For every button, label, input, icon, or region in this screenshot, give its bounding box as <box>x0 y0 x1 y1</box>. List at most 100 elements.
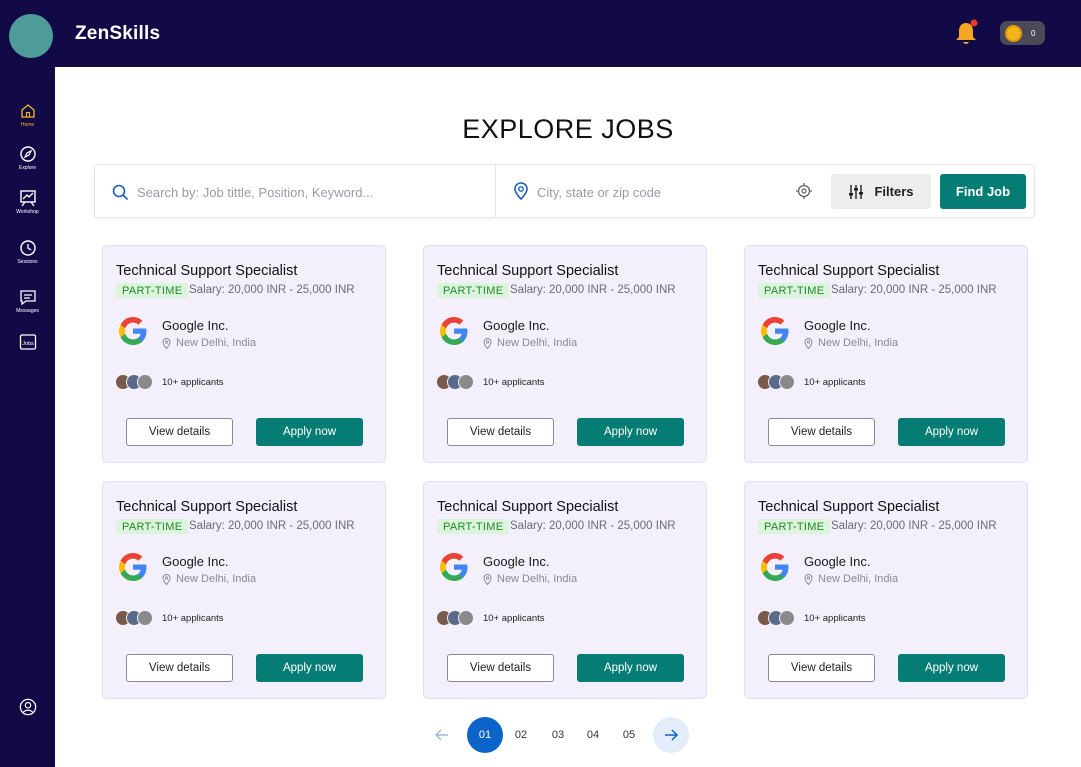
job-location: New Delhi, India <box>483 337 577 349</box>
filters-button[interactable]: Filters <box>831 174 931 209</box>
sidebar-item-label: Home <box>20 122 35 128</box>
account-button[interactable] <box>0 698 55 716</box>
applicant-avatar <box>779 610 795 626</box>
applicants-row: 10+ applicants <box>757 374 866 390</box>
sidebar-item-sessions[interactable]: Sessions <box>0 239 55 265</box>
view-details-button[interactable]: View details <box>768 654 875 682</box>
coin-icon <box>1005 24 1022 42</box>
applicants-count: 10+ applicants <box>162 376 224 388</box>
location-input[interactable] <box>537 182 787 202</box>
sidebar-item-workshop[interactable]: Workshop <box>0 189 55 215</box>
job-title[interactable]: Technical Support Specialist <box>758 499 939 515</box>
applicants-row: 10+ applicants <box>757 610 866 626</box>
page-button[interactable]: 04 <box>575 717 611 753</box>
keyword-search-input[interactable] <box>137 182 467 202</box>
salary-text: Salary: 20,000 INR - 25,000 INR <box>831 520 997 532</box>
job-location: New Delhi, India <box>804 573 898 585</box>
location-text: New Delhi, India <box>497 337 578 349</box>
job-type-badge: PART-TIME <box>437 283 510 298</box>
coin-balance[interactable]: 0 <box>1000 21 1045 45</box>
job-search-bar: Filters Find Job <box>94 164 1035 218</box>
jobs-icon: Jobs <box>19 334 36 350</box>
job-card[interactable]: Technical Support Specialist PART-TIME Sal… <box>744 481 1028 699</box>
location-pin-icon <box>483 337 492 349</box>
notification-bell-icon[interactable] <box>953 19 979 47</box>
view-details-button[interactable]: View details <box>447 418 554 446</box>
profile-avatar[interactable] <box>9 14 53 58</box>
location-text: New Delhi, India <box>818 573 899 585</box>
sidebar-item-explore[interactable]: Explore <box>0 145 55 171</box>
applicants-row: 10+ applicants <box>436 610 545 626</box>
main-content: EXPLORE JOBS Filters Find Job <box>55 67 1081 767</box>
view-details-button[interactable]: View details <box>447 654 554 682</box>
salary-text: Salary: 20,000 INR - 25,000 INR <box>510 520 676 532</box>
applicant-avatar <box>779 374 795 390</box>
sidebar-item-messages[interactable]: Messages <box>0 288 55 314</box>
google-logo-icon <box>117 551 149 583</box>
view-details-button[interactable]: View details <box>126 418 233 446</box>
sidebar-item-home[interactable]: Home <box>0 102 55 128</box>
company-name: Google Inc. <box>804 318 871 333</box>
page-button[interactable]: 02 <box>503 717 539 753</box>
prev-page-button[interactable] <box>424 717 460 753</box>
job-type-badge: PART-TIME <box>116 519 189 534</box>
location-pin-icon <box>804 337 813 349</box>
page-button[interactable]: 05 <box>611 717 647 753</box>
applicant-avatar <box>137 610 153 626</box>
company-name: Google Inc. <box>483 554 550 569</box>
job-location: New Delhi, India <box>804 337 898 349</box>
apply-now-button[interactable]: Apply now <box>577 654 684 682</box>
apply-now-button[interactable]: Apply now <box>898 418 1005 446</box>
next-page-button[interactable] <box>653 717 689 753</box>
location-text: New Delhi, India <box>497 573 578 585</box>
view-details-button[interactable]: View details <box>126 654 233 682</box>
job-title[interactable]: Technical Support Specialist <box>437 263 618 279</box>
apply-now-button[interactable]: Apply now <box>256 654 363 682</box>
applicants-count: 10+ applicants <box>804 612 866 624</box>
google-logo-icon <box>438 551 470 583</box>
app-brand[interactable]: ZenSkills <box>75 23 160 45</box>
location-pin-icon <box>483 573 492 585</box>
applicants-row: 10+ applicants <box>436 374 545 390</box>
applicants-count: 10+ applicants <box>162 612 224 624</box>
find-job-button[interactable]: Find Job <box>940 174 1026 209</box>
applicant-avatar <box>458 374 474 390</box>
job-card[interactable]: Technical Support Specialist PART-TIME Sal… <box>102 245 386 463</box>
job-location: New Delhi, India <box>483 573 577 585</box>
applicants-row: 10+ applicants <box>115 374 224 390</box>
job-title[interactable]: Technical Support Specialist <box>758 263 939 279</box>
job-location: New Delhi, India <box>162 573 256 585</box>
page-title: EXPLORE JOBS <box>462 114 674 144</box>
apply-now-button[interactable]: Apply now <box>898 654 1005 682</box>
google-logo-icon <box>438 315 470 347</box>
google-logo-icon <box>759 551 791 583</box>
page-button[interactable]: 01 <box>467 717 503 753</box>
location-pin-icon <box>162 573 171 585</box>
job-title[interactable]: Technical Support Specialist <box>116 263 297 279</box>
job-title[interactable]: Technical Support Specialist <box>437 499 618 515</box>
sidebar: Home Explore Workshop Sessions Messages <box>0 67 55 767</box>
page-button[interactable]: 03 <box>540 717 576 753</box>
job-card[interactable]: Technical Support Specialist PART-TIME Sal… <box>423 481 707 699</box>
sidebar-item-label: Messages <box>16 308 39 314</box>
apply-now-button[interactable]: Apply now <box>256 418 363 446</box>
applicants-row: 10+ applicants <box>115 610 224 626</box>
search-divider <box>495 165 496 217</box>
job-title[interactable]: Technical Support Specialist <box>116 499 297 515</box>
sidebar-item-label: Workshop <box>16 209 39 215</box>
salary-text: Salary: 20,000 INR - 25,000 INR <box>831 284 997 296</box>
applicant-avatar <box>137 374 153 390</box>
job-card[interactable]: Technical Support Specialist PART-TIME Sal… <box>423 245 707 463</box>
sliders-icon <box>849 184 864 199</box>
sidebar-item-label: Sessions <box>17 259 38 265</box>
arrow-right-icon <box>665 729 679 741</box>
current-location-icon[interactable] <box>795 182 813 200</box>
sidebar-item-jobs[interactable]: Jobs <box>0 333 55 351</box>
view-details-button[interactable]: View details <box>768 418 875 446</box>
apply-now-button[interactable]: Apply now <box>577 418 684 446</box>
job-card[interactable]: Technical Support Specialist PART-TIME Sal… <box>102 481 386 699</box>
google-logo-icon <box>117 315 149 347</box>
job-card[interactable]: Technical Support Specialist PART-TIME Sal… <box>744 245 1028 463</box>
google-logo-icon <box>759 315 791 347</box>
location-text: New Delhi, India <box>818 337 899 349</box>
